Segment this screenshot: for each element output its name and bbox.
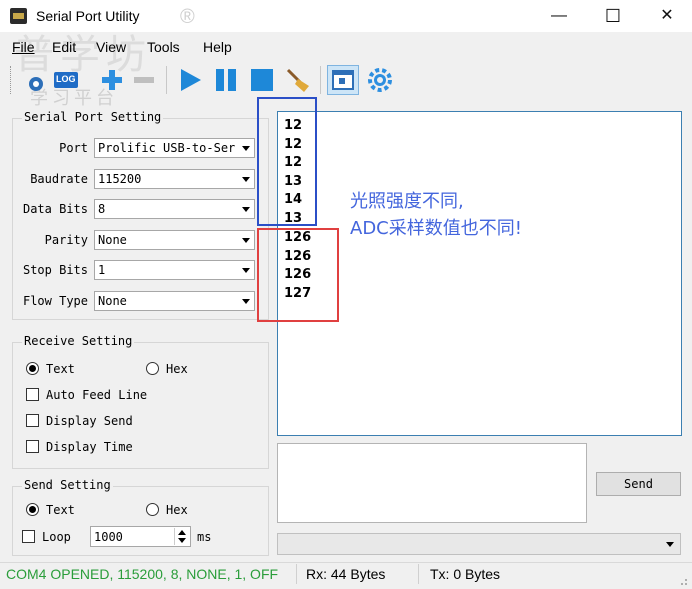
- chevron-down-icon: [238, 261, 254, 279]
- annotation-box-blue: [257, 97, 317, 226]
- display-time-checkbox[interactable]: [26, 440, 39, 453]
- send-history-select[interactable]: [277, 533, 681, 555]
- status-separator: [296, 564, 297, 584]
- send-button[interactable]: Send: [596, 472, 681, 496]
- send-text-radio[interactable]: [26, 503, 39, 516]
- receive-setting-title: Receive Setting: [22, 334, 135, 348]
- parity-select[interactable]: None: [94, 230, 255, 250]
- chevron-down-icon: [238, 139, 254, 157]
- send-setting-title: Send Setting: [22, 478, 113, 492]
- chevron-down-icon: [238, 200, 254, 218]
- chevron-down-icon: [238, 231, 254, 249]
- port-value: Prolific USB-to-Ser:: [98, 141, 243, 155]
- annotation-box-red: [257, 228, 339, 322]
- flowtype-label: Flow Type: [22, 294, 88, 308]
- databits-select[interactable]: 8: [94, 199, 255, 219]
- toolbar-separator: [166, 66, 167, 94]
- baudrate-value: 115200: [98, 172, 142, 186]
- registered-mark: ®: [180, 6, 195, 28]
- stop-icon[interactable]: [248, 66, 276, 94]
- toolbar-separator-2: [320, 66, 321, 94]
- toolbar-grip: [10, 66, 14, 94]
- receive-hex-radio[interactable]: [146, 362, 159, 375]
- status-separator: [418, 564, 419, 584]
- maximize-button[interactable]: ☐: [590, 0, 636, 32]
- loop-checkbox[interactable]: [22, 530, 35, 543]
- stopbits-label: Stop Bits: [22, 263, 88, 277]
- display-send-label: Display Send: [46, 414, 133, 428]
- zoom-out-icon[interactable]: [130, 66, 158, 94]
- annotation-line-1: 光照强度不同,: [350, 191, 464, 212]
- display-time-label: Display Time: [46, 440, 133, 454]
- parity-label: Parity: [44, 233, 88, 247]
- loop-interval-value: 1000: [94, 530, 123, 544]
- menu-tools[interactable]: Tools: [147, 39, 180, 55]
- menu-file[interactable]: File: [12, 39, 35, 55]
- parity-value: None: [98, 233, 127, 247]
- spin-arrows-icon[interactable]: [174, 528, 189, 545]
- baudrate-label: Baudrate: [30, 172, 88, 186]
- window-icon[interactable]: [327, 65, 359, 95]
- send-hex-label: Hex: [166, 503, 188, 517]
- send-textarea[interactable]: [277, 443, 587, 523]
- baudrate-select[interactable]: 115200: [94, 169, 255, 189]
- serial-port-setting-title: Serial Port Setting: [22, 110, 164, 124]
- send-hex-radio[interactable]: [146, 503, 159, 516]
- port-label: Port: [59, 141, 88, 155]
- resize-grip-icon[interactable]: [678, 574, 688, 585]
- settings-gear-icon[interactable]: [366, 66, 394, 94]
- stopbits-select[interactable]: 1: [94, 260, 255, 280]
- port-select[interactable]: Prolific USB-to-Ser:: [94, 138, 255, 158]
- menu-edit[interactable]: Edit: [52, 39, 76, 55]
- databits-value: 8: [98, 202, 106, 216]
- connection-status: COM4 OPENED, 115200, 8, NONE, 1, OFF: [6, 566, 279, 582]
- log-label: LOG: [56, 74, 76, 84]
- auto-feed-line-checkbox[interactable]: [26, 388, 39, 401]
- receive-text-radio[interactable]: [26, 362, 39, 375]
- loop-label: Loop: [42, 530, 71, 544]
- databits-label: Data Bits: [22, 202, 88, 216]
- play-icon[interactable]: [176, 66, 204, 94]
- open-icon[interactable]: [22, 66, 50, 94]
- loop-unit-label: ms: [197, 530, 212, 544]
- chevron-down-icon: [238, 170, 254, 188]
- minimize-button[interactable]: —: [536, 0, 582, 32]
- stopbits-value: 1: [98, 263, 106, 277]
- flowtype-select[interactable]: None: [94, 291, 255, 311]
- rx-bytes: Rx: 44 Bytes: [306, 566, 386, 582]
- receive-text-label: Text: [46, 362, 75, 376]
- menu-view[interactable]: View: [96, 39, 126, 55]
- annotation-line-2: ADC采样数值也不同!: [350, 218, 522, 239]
- receive-hex-label: Hex: [166, 362, 188, 376]
- chevron-down-icon: [238, 292, 254, 310]
- pause-icon[interactable]: [212, 66, 240, 94]
- clear-broom-icon[interactable]: [284, 66, 312, 94]
- auto-feed-line-label: Auto Feed Line: [46, 388, 148, 402]
- log-icon[interactable]: LOG: [52, 66, 80, 94]
- loop-interval-stepper[interactable]: 1000: [90, 526, 191, 547]
- annotation-text: 光照强度不同, ADC采样数值也不同!: [350, 188, 522, 242]
- menu-help[interactable]: Help: [203, 39, 232, 55]
- flowtype-value: None: [98, 294, 127, 308]
- close-button[interactable]: ✕: [644, 0, 690, 32]
- zoom-in-icon[interactable]: [98, 66, 126, 94]
- send-text-label: Text: [46, 503, 75, 517]
- tx-bytes: Tx: 0 Bytes: [430, 566, 501, 582]
- display-send-checkbox[interactable]: [26, 414, 39, 427]
